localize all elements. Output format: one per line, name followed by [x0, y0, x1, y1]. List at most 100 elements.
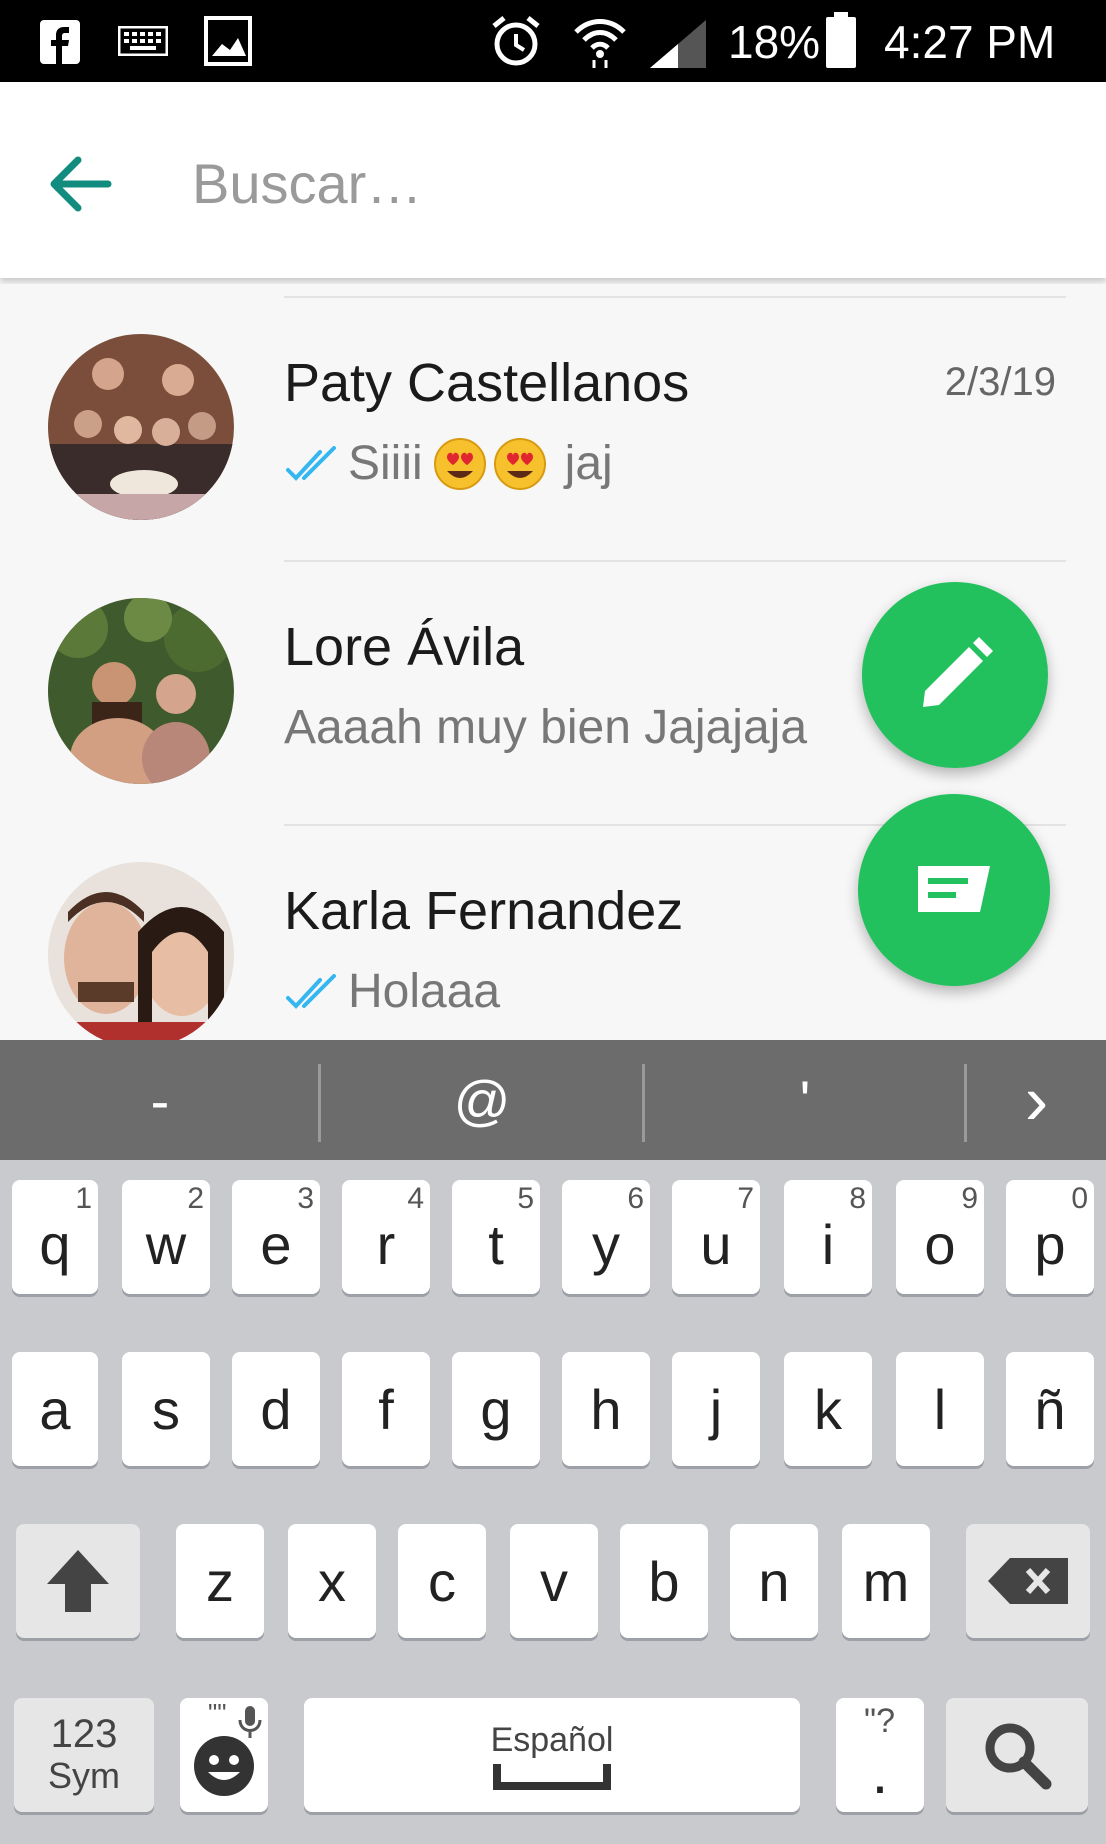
key-n[interactable]: n: [730, 1524, 818, 1638]
avatar: [48, 598, 234, 784]
keyboard: 1q 2w 3e 4r 5t 6y 7u 8i 9o 0p a s d f g …: [0, 1160, 1106, 1844]
backspace-icon: [988, 1558, 1068, 1604]
chat-item[interactable]: Paty Castellanos 2/3/19 Siiii jaj: [0, 284, 1106, 548]
key-x[interactable]: x: [288, 1524, 376, 1638]
suggestion-expand-button[interactable]: ›: [967, 1040, 1106, 1160]
heart-eyes-emoji-icon: [433, 437, 486, 490]
shift-key[interactable]: [16, 1524, 140, 1638]
key-hint: "": [208, 1698, 227, 1728]
key-label: y: [592, 1212, 620, 1276]
key-h[interactable]: h: [562, 1352, 650, 1466]
double-check-icon: [286, 445, 336, 481]
key-hint: 4: [407, 1182, 424, 1215]
key-d[interactable]: d: [232, 1352, 320, 1466]
microphone-icon: [238, 1706, 262, 1738]
key-m[interactable]: m: [842, 1524, 930, 1638]
arrow-left-icon: [50, 156, 112, 212]
chat-preview: Siiii jaj: [284, 436, 613, 491]
alarm-icon: [492, 16, 540, 66]
image-icon: [204, 16, 252, 66]
key-e[interactable]: 3e: [232, 1180, 320, 1294]
chat-message: Holaaa: [348, 965, 501, 1018]
battery-percent: 18%: [728, 16, 821, 68]
key-t[interactable]: 5t: [452, 1180, 540, 1294]
emoji-icon: [194, 1736, 254, 1796]
key-y[interactable]: 6y: [562, 1180, 650, 1294]
key-s[interactable]: s: [122, 1352, 210, 1466]
new-chat-fab[interactable]: [858, 794, 1050, 986]
search-key[interactable]: [946, 1698, 1088, 1812]
wifi-icon: [574, 19, 626, 68]
key-label: q: [39, 1212, 71, 1276]
key-hint: 8: [849, 1182, 866, 1215]
key-j[interactable]: j: [672, 1352, 760, 1466]
key-o[interactable]: 9o: [896, 1180, 984, 1294]
battery-icon: [826, 12, 856, 68]
key-label: p: [1034, 1212, 1066, 1276]
clock: 4:27 PM: [884, 16, 1056, 68]
search-icon: [985, 1723, 1052, 1790]
key-r[interactable]: 4r: [342, 1180, 430, 1294]
chat-date: 2/3/19: [944, 360, 1056, 404]
key-i[interactable]: 8i: [784, 1180, 872, 1294]
chat-message: Aaaah muy bien Jajajaja: [284, 701, 808, 754]
chat-name: Paty Castellanos: [284, 353, 690, 413]
space-icon: [493, 1763, 611, 1790]
key-label: i: [821, 1212, 835, 1276]
key-label: 123: [50, 1712, 118, 1756]
key-w[interactable]: 2w: [122, 1180, 210, 1294]
key-label: e: [260, 1212, 292, 1276]
key-hint: 7: [737, 1182, 754, 1215]
key-f[interactable]: f: [342, 1352, 430, 1466]
key-hint: 9: [961, 1182, 978, 1215]
key-label: Sym: [48, 1755, 120, 1796]
key-hint: 3: [297, 1182, 314, 1215]
key-label: t: [488, 1212, 504, 1276]
back-button[interactable]: [40, 144, 120, 224]
keyboard-icon: [118, 26, 168, 56]
message-icon: [918, 866, 990, 912]
backspace-key[interactable]: [966, 1524, 1090, 1638]
key-a[interactable]: a: [12, 1352, 98, 1466]
key-hint: "?: [864, 1702, 895, 1740]
chat-message-tail: jaj: [564, 437, 613, 490]
search-header: [0, 82, 1106, 278]
key-c[interactable]: c: [398, 1524, 486, 1638]
pencil-icon: [923, 637, 993, 707]
suggestion[interactable]: @: [321, 1040, 643, 1160]
new-status-fab[interactable]: [862, 582, 1048, 768]
key-n-tilde[interactable]: ñ: [1006, 1352, 1094, 1466]
key-p[interactable]: 0p: [1006, 1180, 1094, 1294]
facebook-icon: [40, 20, 80, 64]
emoji-voice-key[interactable]: "": [180, 1698, 268, 1812]
key-label: o: [924, 1212, 956, 1276]
suggestion[interactable]: ': [645, 1040, 965, 1160]
key-label: u: [700, 1212, 732, 1276]
chat-name: Lore Ávila: [284, 617, 525, 677]
key-b[interactable]: b: [620, 1524, 708, 1638]
key-hint: 0: [1071, 1182, 1088, 1215]
double-check-icon: [286, 973, 336, 1009]
chat-name: Karla Fernandez: [284, 881, 684, 941]
key-hint: 2: [187, 1182, 204, 1215]
key-g[interactable]: g: [452, 1352, 540, 1466]
symbols-key[interactable]: 123 Sym: [14, 1698, 154, 1812]
suggestion[interactable]: -: [0, 1040, 320, 1160]
key-label: r: [376, 1212, 396, 1276]
key-label: .: [871, 1738, 889, 1806]
chat-message: Siiii: [348, 437, 423, 490]
period-key[interactable]: "? .: [836, 1698, 924, 1812]
space-key[interactable]: Español: [304, 1698, 800, 1812]
search-input[interactable]: [190, 142, 1054, 224]
key-l[interactable]: l: [896, 1352, 984, 1466]
chat-preview: Holaaa: [284, 964, 500, 1019]
key-hint: 1: [75, 1182, 92, 1215]
key-u[interactable]: 7u: [672, 1180, 760, 1294]
chat-preview: Aaaah muy bien Jajajaja: [284, 700, 807, 755]
shift-arrow-icon: [47, 1550, 109, 1612]
key-k[interactable]: k: [784, 1352, 872, 1466]
key-z[interactable]: z: [176, 1524, 264, 1638]
key-v[interactable]: v: [510, 1524, 598, 1638]
signal-icon: [650, 20, 706, 68]
key-q[interactable]: 1q: [12, 1180, 98, 1294]
